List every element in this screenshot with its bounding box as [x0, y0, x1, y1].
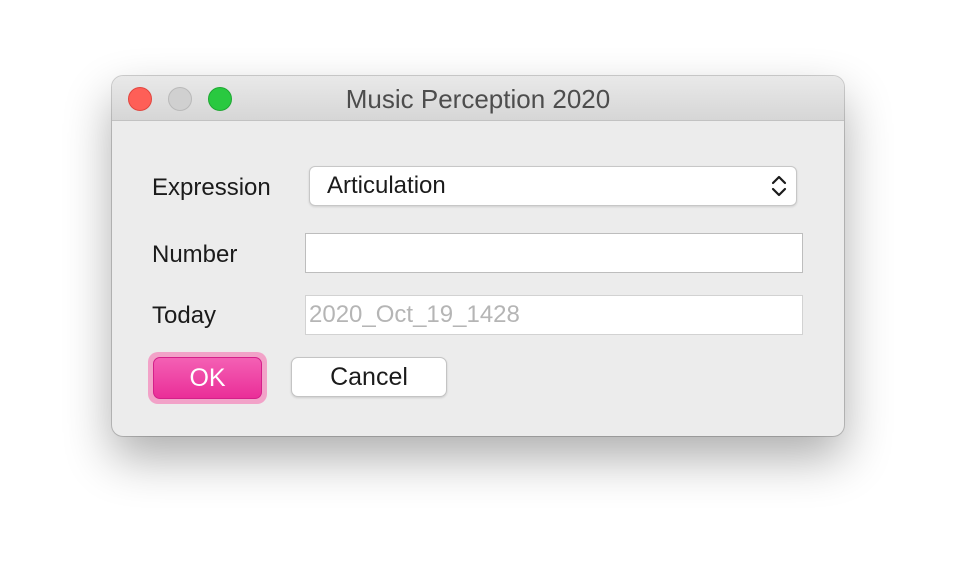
today-label: Today [152, 302, 217, 329]
dialog-window: Music Perception 2020 Expression Articul… [112, 76, 844, 436]
today-field[interactable] [305, 295, 803, 335]
window-title: Music Perception 2020 [345, 84, 611, 114]
expression-selected-value: Articulation [327, 172, 446, 199]
number-field[interactable] [305, 233, 803, 273]
chevron-up-down-icon [771, 175, 787, 197]
number-label: Number [152, 241, 238, 268]
ok-button[interactable]: OK [153, 357, 262, 399]
title-bar[interactable]: Music Perception 2020 [112, 76, 844, 121]
expression-label: Expression [152, 174, 271, 201]
expression-select[interactable]: Articulation [309, 166, 797, 206]
cancel-button[interactable]: Cancel [291, 357, 447, 397]
number-input[interactable] [306, 234, 802, 272]
today-input[interactable] [306, 296, 802, 334]
